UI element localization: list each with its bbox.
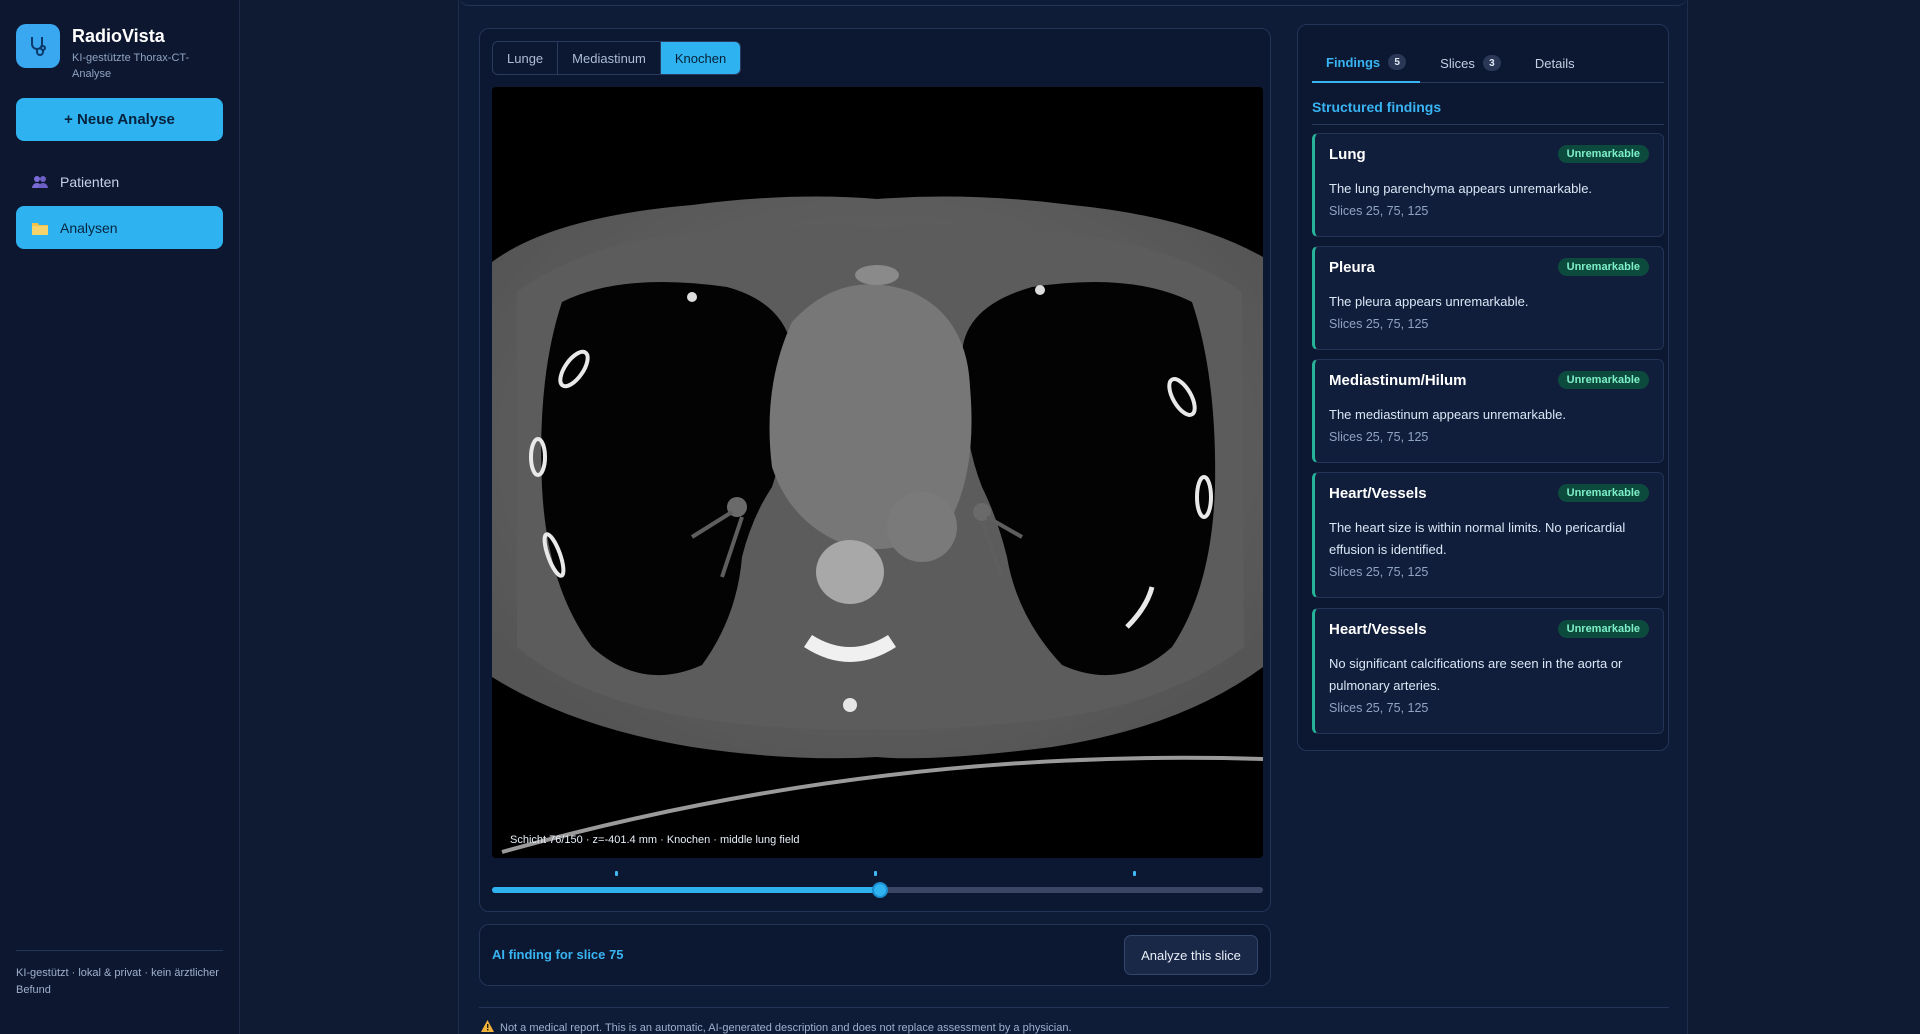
finding-item[interactable]: Mediastinum/Hilum Unremarkable The media… [1312, 359, 1664, 463]
top-card-edge [459, 0, 1687, 6]
brand: RadioVista KI-gestützte Thorax-CT-Analys… [16, 24, 212, 82]
finding-text: The mediastinum appears unremarkable. [1329, 407, 1567, 422]
finding-region: Pleura [1329, 258, 1375, 276]
slider-fill [492, 887, 881, 893]
finding-slices: Slices 25, 75, 125 [1329, 317, 1429, 331]
app-name: RadioVista [72, 26, 165, 46]
app-subtitle: KI-gestützte Thorax-CT-Analyse [72, 52, 190, 80]
sidebar-item-label: Patienten [60, 173, 120, 190]
tab-label: Details [1534, 55, 1575, 71]
findings-panel: Findings 5 Slices 3 Details Structured f… [1297, 24, 1669, 751]
ct-viewer-card: Lunge Mediastinum Knochen Schicht 76/150… [479, 28, 1271, 912]
status-badge: Unremarkable [1557, 258, 1649, 276]
finding-region: Lung [1329, 145, 1366, 163]
finding-item[interactable]: Lung Unremarkable The lung parenchyma ap… [1312, 133, 1664, 237]
sidebar-item-patients[interactable]: Patienten [16, 160, 223, 203]
finding-slices: Slices 25, 75, 125 [1329, 565, 1429, 579]
ai-finding-title: AI finding for slice 75 [492, 947, 624, 962]
slice-marker[interactable] [873, 871, 877, 876]
tab-findings[interactable]: Findings 5 [1312, 43, 1421, 83]
disclaimer: Not a medical report. This is an automat… [481, 1020, 1072, 1034]
finding-text: No significant calcifications are seen i… [1329, 656, 1623, 693]
finding-item[interactable]: Heart/Vessels Unremarkable The heart siz… [1312, 472, 1664, 598]
finding-region: Heart/Vessels [1329, 484, 1427, 502]
finding-slices: Slices 25, 75, 125 [1329, 204, 1429, 218]
slice-marker[interactable] [615, 871, 619, 876]
status-badge: Unremarkable [1557, 484, 1649, 502]
finding-region: Heart/Vessels [1329, 620, 1427, 638]
tab-label: Slices [1440, 55, 1475, 71]
section-title: Structured findings [1312, 95, 1664, 125]
finding-slices: Slices 25, 75, 125 [1329, 430, 1429, 444]
tab-label: Findings [1326, 54, 1381, 70]
disclaimer-text: Not a medical report. This is an automat… [500, 1021, 1072, 1034]
count-badge: 5 [1388, 54, 1407, 70]
ct-slice-image[interactable]: Schicht 76/150 · z=-401.4 mm · Knochen ·… [492, 87, 1263, 858]
new-analysis-button[interactable]: + Neue Analyse [16, 98, 223, 141]
finding-slices: Slices 25, 75, 125 [1329, 701, 1429, 715]
finding-text: The lung parenchyma appears unremarkable… [1329, 181, 1593, 196]
finding-text: The heart size is within normal limits. … [1329, 520, 1626, 557]
finding-text: The pleura appears unremarkable. [1329, 294, 1529, 309]
divider [479, 1007, 1669, 1008]
status-badge: Unremarkable [1557, 371, 1649, 389]
warning-icon [481, 1020, 494, 1034]
finding-item[interactable]: Pleura Unremarkable The pleura appears u… [1312, 246, 1664, 350]
sidebar-item-label: Analysen [60, 219, 118, 236]
tab-mediastinum[interactable]: Mediastinum [558, 42, 661, 74]
tab-slices[interactable]: Slices 3 [1426, 43, 1515, 83]
ct-axial-image [492, 87, 1263, 858]
finding-item[interactable]: Heart/Vessels Unremarkable No significan… [1312, 608, 1664, 734]
slice-slider[interactable] [492, 869, 1263, 899]
ai-finding-card: AI finding for slice 75 Analyze this sli… [479, 924, 1271, 986]
stethoscope-icon [16, 24, 60, 68]
users-icon [32, 175, 48, 189]
finding-region: Mediastinum/Hilum [1329, 371, 1467, 389]
main-content: Lunge Mediastinum Knochen Schicht 76/150… [458, 0, 1688, 1034]
slice-caption: Schicht 76/150 · z=-401.4 mm · Knochen ·… [510, 834, 800, 846]
status-badge: Unremarkable [1557, 145, 1649, 163]
slice-marker[interactable] [1132, 871, 1136, 876]
sidebar-footer: KI-gestützt · lokal & privat · kein ärzt… [16, 950, 223, 999]
window-preset-tabs: Lunge Mediastinum Knochen [492, 41, 742, 75]
tab-bone[interactable]: Knochen [660, 42, 741, 74]
findings-tabs: Findings 5 Slices 3 Details [1312, 43, 1664, 83]
sidebar-item-analyses[interactable]: Analysen [16, 206, 223, 249]
status-badge: Unremarkable [1557, 620, 1649, 638]
sidebar: RadioVista KI-gestützte Thorax-CT-Analys… [0, 0, 240, 1034]
slider-thumb[interactable] [872, 882, 889, 898]
folder-icon [32, 221, 48, 235]
count-badge: 3 [1482, 55, 1501, 71]
tab-lung[interactable]: Lunge [493, 42, 559, 74]
tab-details[interactable]: Details [1521, 43, 1589, 83]
analyze-slice-button[interactable]: Analyze this slice [1124, 935, 1258, 975]
